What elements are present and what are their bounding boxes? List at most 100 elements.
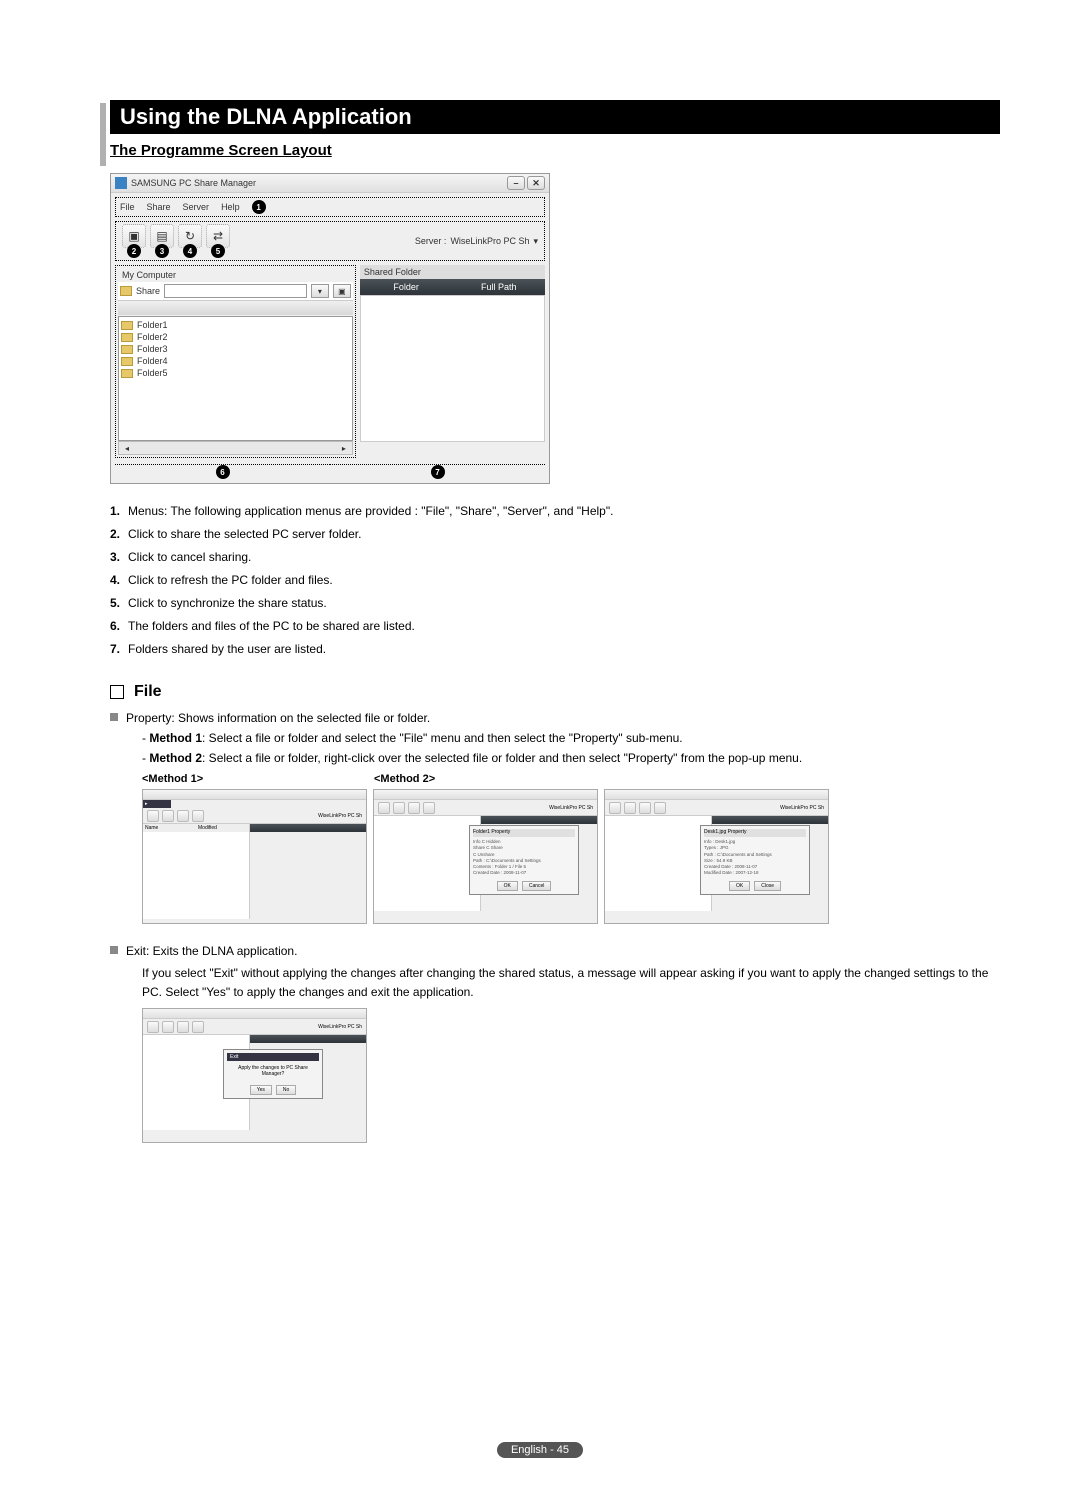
shared-folder-label: Shared Folder bbox=[360, 265, 545, 279]
menu-share[interactable]: Share bbox=[147, 202, 171, 212]
page-title: Using the DLNA Application bbox=[110, 100, 1000, 134]
file-section-heading: File bbox=[110, 683, 1000, 701]
thumb-col-name: Name bbox=[143, 824, 196, 832]
property-line: Property: Shows information on the selec… bbox=[126, 709, 430, 727]
popup-title: Folder1 Property bbox=[473, 829, 575, 837]
num-item-6: The folders and files of the PC to be sh… bbox=[128, 617, 415, 635]
exit-popup-msg: Apply the changes to PC Share Manager? bbox=[227, 1061, 319, 1081]
close-button[interactable]: ✕ bbox=[527, 176, 545, 190]
list-item[interactable]: Folder5 bbox=[121, 367, 350, 379]
property-popup: Desk1.jpg Property Info : Desk1.jpg Type… bbox=[700, 825, 810, 895]
popup-ok-button[interactable]: OK bbox=[729, 881, 750, 891]
exit-description: If you select "Exit" without applying th… bbox=[142, 964, 1000, 1002]
menu-file[interactable]: File bbox=[120, 202, 135, 212]
folder-name: Folder5 bbox=[137, 368, 168, 378]
method1-screenshot: ▸ WiseLinkPro PC Sh NameModified bbox=[142, 789, 367, 924]
list-item[interactable]: Folder4 bbox=[121, 355, 350, 367]
thumb-col-modified: Modified bbox=[196, 824, 249, 832]
folder-name: Folder3 bbox=[137, 344, 168, 354]
app-logo-icon bbox=[115, 177, 127, 189]
popup-ok-button[interactable]: OK bbox=[497, 881, 518, 891]
server-label: Server : bbox=[415, 236, 447, 246]
page-subtitle: The Programme Screen Layout bbox=[110, 142, 1000, 161]
right-pane: Shared Folder Folder Full Path bbox=[360, 265, 545, 458]
exit-no-button[interactable]: No bbox=[276, 1085, 296, 1095]
method1-label: Method 1 bbox=[149, 731, 202, 745]
folder-name: Folder1 bbox=[137, 320, 168, 330]
app-titlebar: SAMSUNG PC Share Manager – ✕ bbox=[111, 174, 549, 193]
app-title-text: SAMSUNG PC Share Manager bbox=[131, 178, 256, 188]
callout-5: 5 bbox=[211, 244, 225, 258]
callout-4: 4 bbox=[183, 244, 197, 258]
callout-2: 2 bbox=[127, 244, 141, 258]
property-popup: Folder1 Property Info C Hidden Share C S… bbox=[469, 825, 579, 895]
exit-line: Exit: Exits the DLNA application. bbox=[126, 942, 297, 960]
col-folder: Folder bbox=[360, 279, 453, 295]
folder-icon bbox=[121, 333, 133, 342]
folder-list: Folder1 Folder2 Folder3 Folder4 Folder5 bbox=[118, 316, 353, 441]
address-bar bbox=[118, 301, 353, 315]
bullet-icon bbox=[110, 946, 118, 954]
path-dropdown-icon[interactable]: ▾ bbox=[311, 284, 329, 298]
minimize-button[interactable]: – bbox=[507, 176, 525, 190]
col-path: Full Path bbox=[452, 279, 545, 295]
section-accent-bar bbox=[100, 103, 106, 166]
left-pane: My Computer Share ▾ ▣ Folder1 Folder2 Fo… bbox=[115, 265, 356, 458]
num-item-5: Click to synchronize the share status. bbox=[128, 594, 327, 612]
num-item-3: Click to cancel sharing. bbox=[128, 548, 251, 566]
thumb-server: WiseLinkPro PC Sh bbox=[318, 813, 362, 819]
page-number-pill: English - 45 bbox=[497, 1442, 583, 1458]
folder-name: Folder4 bbox=[137, 356, 168, 366]
method1-text: : Select a file or folder and select the… bbox=[202, 731, 683, 745]
scroll-right-icon[interactable]: ▸ bbox=[336, 444, 352, 453]
menu-help[interactable]: Help bbox=[221, 202, 240, 212]
method2-header: <Method 2> bbox=[374, 773, 435, 785]
folder-icon bbox=[121, 345, 133, 354]
num-item-2: Click to share the selected PC server fo… bbox=[128, 525, 361, 543]
left-pane-label: My Computer bbox=[118, 268, 353, 282]
share-label: Share bbox=[136, 286, 160, 296]
num-item-1: Menus: The following application menus a… bbox=[128, 502, 613, 520]
scroll-left-icon[interactable]: ◂ bbox=[119, 444, 135, 453]
menubar: File Share Server Help 1 bbox=[115, 197, 545, 217]
page-footer: English - 45 bbox=[0, 1440, 1080, 1458]
thumb-server: WiseLinkPro PC Sh bbox=[549, 805, 593, 811]
exit-popup-title: Exit bbox=[227, 1053, 319, 1061]
file-heading-text: File bbox=[134, 683, 162, 701]
popup-cancel-button[interactable]: Cancel bbox=[522, 881, 552, 891]
shared-list bbox=[360, 295, 545, 442]
folder-icon bbox=[120, 286, 132, 296]
exit-yes-button[interactable]: Yes bbox=[250, 1085, 272, 1095]
folder-icon bbox=[121, 369, 133, 378]
server-dropdown-icon[interactable]: ▾ bbox=[533, 236, 538, 247]
list-item[interactable]: Folder3 bbox=[121, 343, 350, 355]
method2-screenshot-1: WiseLinkPro PC Sh Folder1 Property Info … bbox=[373, 789, 598, 924]
list-item[interactable]: Folder1 bbox=[121, 319, 350, 331]
num-item-4: Click to refresh the PC folder and files… bbox=[128, 571, 333, 589]
callout-1: 1 bbox=[252, 200, 266, 214]
method2-label: Method 2 bbox=[149, 751, 202, 765]
method2-screenshot-2: WiseLinkPro PC Sh Desk1.jpg Property Inf… bbox=[604, 789, 829, 924]
method1-header: <Method 1> bbox=[142, 773, 374, 785]
toolbar: ▣ 2 ▤ 3 ↻ 4 ⇄ 5 Server : WiseLinkPro bbox=[115, 221, 545, 261]
go-button-icon[interactable]: ▣ bbox=[333, 284, 351, 298]
callout-3: 3 bbox=[155, 244, 169, 258]
callout-7: 7 bbox=[431, 465, 445, 479]
list-item[interactable]: Folder2 bbox=[121, 331, 350, 343]
popup-line: Modified Date : 2007-12-18 bbox=[704, 870, 806, 876]
numbered-list: 1.Menus: The following application menus… bbox=[110, 502, 1000, 658]
server-value: WiseLinkPro PC Sh bbox=[450, 236, 529, 246]
folder-icon bbox=[121, 321, 133, 330]
num-item-7: Folders shared by the user are listed. bbox=[128, 640, 326, 658]
checkbox-icon bbox=[110, 685, 124, 699]
bullet-icon bbox=[110, 713, 118, 721]
folder-name: Folder2 bbox=[137, 332, 168, 342]
path-input[interactable] bbox=[164, 284, 307, 298]
exit-screenshot: WiseLinkPro PC Sh Exit Apply the changes… bbox=[142, 1008, 367, 1143]
method2-text: : Select a file or folder, right-click o… bbox=[202, 751, 802, 765]
popup-line: Created Date : 2008-11-07 bbox=[473, 870, 575, 876]
menu-server[interactable]: Server bbox=[183, 202, 210, 212]
popup-close-button[interactable]: Close bbox=[754, 881, 781, 891]
scrollbar[interactable]: ◂ ▸ bbox=[118, 441, 353, 455]
callout-6: 6 bbox=[216, 465, 230, 479]
